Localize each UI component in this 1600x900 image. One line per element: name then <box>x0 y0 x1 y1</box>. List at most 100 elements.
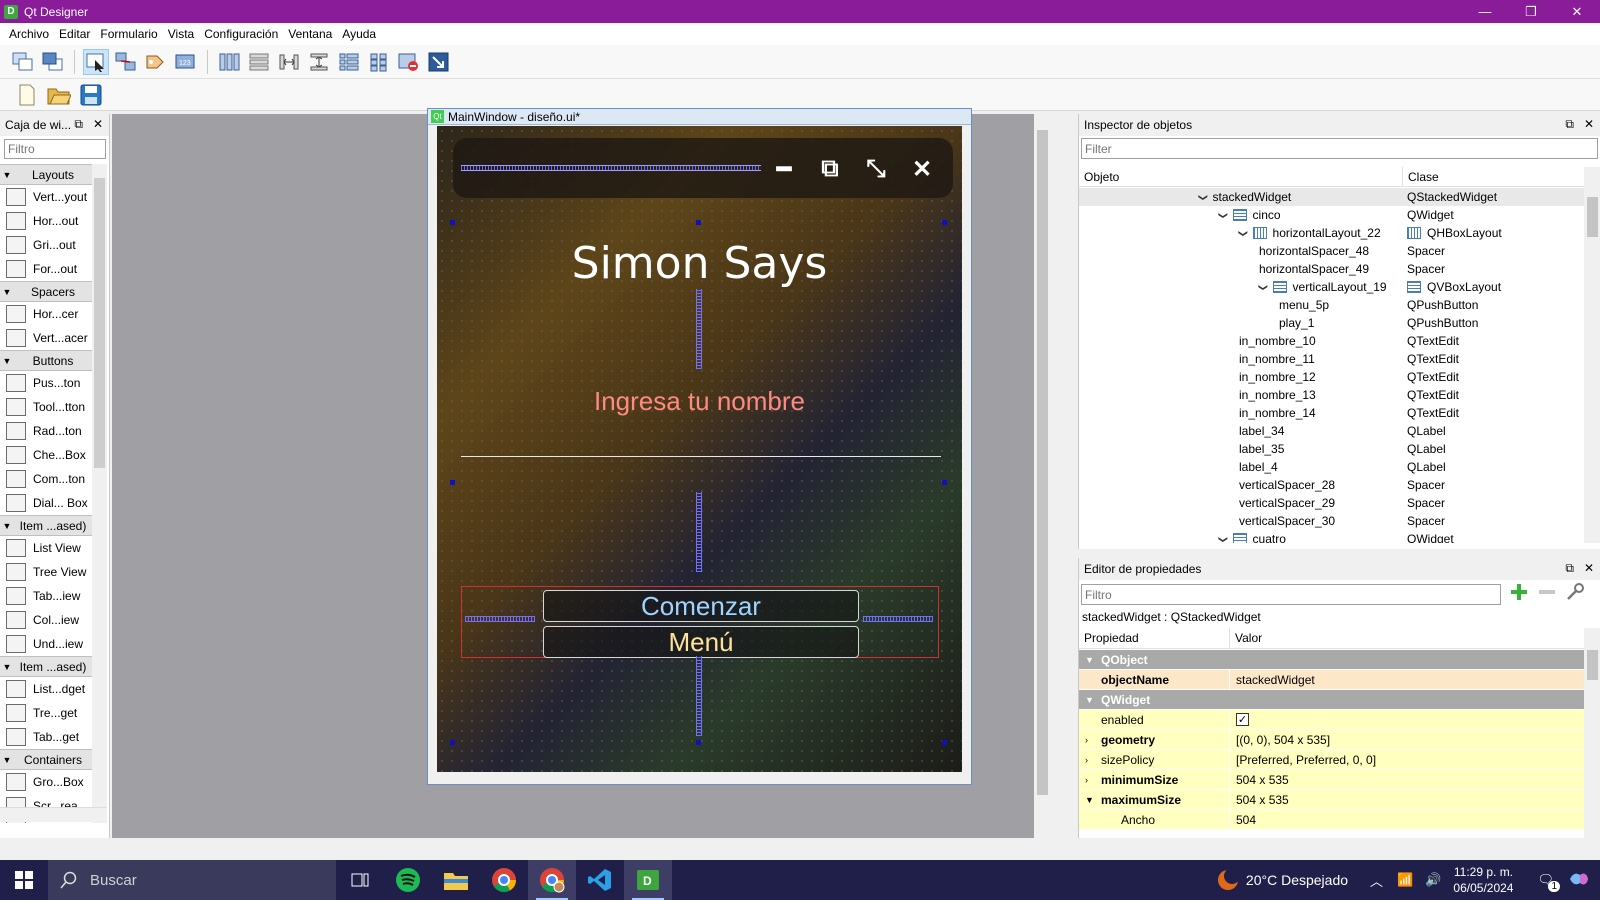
chevron-right-icon[interactable]: › <box>1085 735 1088 745</box>
object-tree-row[interactable]: play_1 QPushButton <box>1079 314 1584 332</box>
property-value[interactable]: stackedWidget <box>1236 673 1315 687</box>
property-row[interactable]: enabled ✓ <box>1079 710 1584 730</box>
canvas-vertical-scrollbar[interactable] <box>1034 114 1051 838</box>
volume-icon[interactable]: 🔊 <box>1425 872 1441 888</box>
widget-box-item[interactable]: Tool...tton <box>0 395 92 419</box>
column-header-object[interactable]: Objeto <box>1079 167 1402 186</box>
property-scrollbar[interactable] <box>1584 628 1600 838</box>
widget-category-header[interactable]: ▼ Layouts <box>0 164 92 185</box>
object-tree-row[interactable]: menu_5p QPushButton <box>1079 296 1584 314</box>
object-tree-row[interactable]: horizontalSpacer_48 Spacer <box>1079 242 1584 260</box>
widget-box-item[interactable]: Gri...out <box>0 233 92 257</box>
lay-out-horizontally-icon[interactable] <box>216 49 242 75</box>
object-tree-row[interactable]: in_nombre_10 QTextEdit <box>1079 332 1584 350</box>
popout-icon[interactable]: ⧉ <box>813 152 847 186</box>
property-group-row[interactable]: ▼ QWidget <box>1079 690 1584 710</box>
restore-window-button[interactable]: ❐ <box>1508 0 1554 23</box>
minimize-window-button[interactable]: — <box>1462 0 1508 23</box>
object-tree-row[interactable]: ❯ horizontalLayout_22 QHBoxLayout <box>1079 224 1584 242</box>
column-header-value[interactable]: Valor <box>1229 628 1262 648</box>
chevron-down-icon[interactable]: ▼ <box>1085 795 1094 805</box>
widget-box-scrollbar[interactable] <box>92 164 107 823</box>
property-row[interactable]: objectName stackedWidget <box>1079 670 1584 690</box>
break-layout-icon[interactable] <box>396 49 422 75</box>
menu-button[interactable]: Menú <box>543 626 859 658</box>
property-group-row[interactable]: ▼ QObject <box>1079 650 1584 670</box>
float-dock-icon[interactable]: ⧉ <box>1565 117 1574 132</box>
object-tree-row[interactable]: in_nombre_13 QTextEdit <box>1079 386 1584 404</box>
lay-out-in-form-icon[interactable] <box>336 49 362 75</box>
chevron-right-icon[interactable]: › <box>1085 755 1088 765</box>
widget-box-item[interactable]: List...dget <box>0 677 92 701</box>
property-row[interactable]: ▼ maximumSize 504 x 535 <box>1079 790 1584 810</box>
lay-out-in-grid-icon[interactable] <box>366 49 392 75</box>
menu-archivo[interactable]: Archivo <box>4 27 54 41</box>
horizontal-splitter-icon[interactable] <box>276 49 302 75</box>
collapse-arrow-icon[interactable]: ▼ <box>1085 695 1094 705</box>
chrome-icon[interactable] <box>480 860 528 900</box>
widget-box-item[interactable]: Vert...acer <box>0 326 92 350</box>
bring-to-front-icon[interactable] <box>40 49 66 75</box>
close-window-button[interactable]: ✕ <box>1554 0 1600 23</box>
property-value[interactable]: [(0, 0), 504 x 535] <box>1236 733 1330 747</box>
float-dock-icon[interactable]: ⧉ <box>74 117 83 132</box>
menu-ayuda[interactable]: Ayuda <box>337 27 381 41</box>
expand-arrow-icon[interactable]: ❯ <box>1217 211 1228 219</box>
widget-box-item[interactable]: Che...Box <box>0 443 92 467</box>
remove-dynamic-property-icon[interactable] <box>1537 582 1557 605</box>
object-tree-row[interactable]: label_35 QLabel <box>1079 440 1584 458</box>
task-view-icon[interactable] <box>336 860 384 900</box>
widget-box-item[interactable]: Tree View <box>0 560 92 584</box>
widget-category-header[interactable]: ▼ Item ...ased) <box>0 515 92 536</box>
chrome-profile-icon[interactable] <box>528 860 576 900</box>
float-dock-icon[interactable]: ⧉ <box>1565 561 1574 576</box>
widget-box-hscrollbar[interactable] <box>0 807 107 822</box>
notifications-icon[interactable]: 🗨 1 <box>1537 872 1560 892</box>
property-row[interactable]: Ancho 504 <box>1079 810 1584 830</box>
column-header-property[interactable]: Propiedad <box>1079 628 1229 648</box>
widget-category-header[interactable]: ▼ Item ...ased) <box>0 656 92 677</box>
start-button[interactable]: Comenzar <box>543 590 859 622</box>
widget-box-item[interactable]: Vert...yout <box>0 185 92 209</box>
object-tree-row[interactable]: ❯ stackedWidget QStackedWidget <box>1079 188 1584 206</box>
taskbar-clock[interactable]: 11:29 p. m. 06/05/2024 <box>1453 864 1513 896</box>
property-row[interactable]: › minimumSize 504 x 535 <box>1079 770 1584 790</box>
menu-vista[interactable]: Vista <box>163 27 199 41</box>
property-value[interactable]: 504 <box>1236 813 1256 827</box>
new-file-icon[interactable] <box>14 82 40 108</box>
widget-box-item[interactable]: Rad...ton <box>0 419 92 443</box>
edit-tab-order-icon[interactable]: 123 <box>173 49 199 75</box>
menu-configuracion[interactable]: Configuración <box>199 27 283 41</box>
weather-widget[interactable]: 20°C Despejado <box>1216 868 1348 892</box>
volume-slider[interactable] <box>461 165 761 171</box>
widget-box-item[interactable]: Gro...Box <box>0 770 92 794</box>
chevron-right-icon[interactable]: › <box>1085 775 1088 785</box>
property-value[interactable]: 504 x 535 <box>1236 793 1289 807</box>
file-explorer-icon[interactable] <box>432 860 480 900</box>
menu-formulario[interactable]: Formulario <box>95 27 162 41</box>
adjust-size-icon[interactable] <box>426 49 452 75</box>
widget-box-item[interactable]: List View <box>0 536 92 560</box>
widget-category-header[interactable]: ▼ Spacers <box>0 281 92 302</box>
widget-box-item[interactable]: Tab...get <box>0 725 92 749</box>
expand-arrow-icon[interactable]: ❯ <box>1197 193 1208 201</box>
widget-box-item[interactable]: Col...iew <box>0 608 92 632</box>
property-row[interactable]: › geometry [(0, 0), 504 x 535] <box>1079 730 1584 750</box>
start-button[interactable] <box>0 860 48 900</box>
widget-box-filter-input[interactable] <box>4 139 106 159</box>
inspector-scrollbar[interactable] <box>1584 167 1600 543</box>
widget-box-item[interactable]: Hor...cer <box>0 302 92 326</box>
property-filter-input[interactable] <box>1081 584 1501 605</box>
property-row[interactable]: › sizePolicy [Preferred, Preferred, 0, 0] <box>1079 750 1584 770</box>
menu-editar[interactable]: Editar <box>54 27 95 41</box>
save-icon[interactable] <box>78 82 104 108</box>
minimize-app-icon[interactable]: ━ <box>767 152 801 186</box>
copilot-icon[interactable] <box>1568 869 1590 892</box>
taskbar-search-box[interactable]: Buscar <box>48 860 336 900</box>
spotify-icon[interactable] <box>384 860 432 900</box>
object-tree-row[interactable]: ❯ cinco QWidget <box>1079 206 1584 224</box>
object-tree-row[interactable]: label_4 QLabel <box>1079 458 1584 476</box>
lay-out-vertically-icon[interactable] <box>246 49 272 75</box>
inspector-filter-input[interactable] <box>1081 138 1598 159</box>
widget-box-item[interactable]: Tab...iew <box>0 584 92 608</box>
